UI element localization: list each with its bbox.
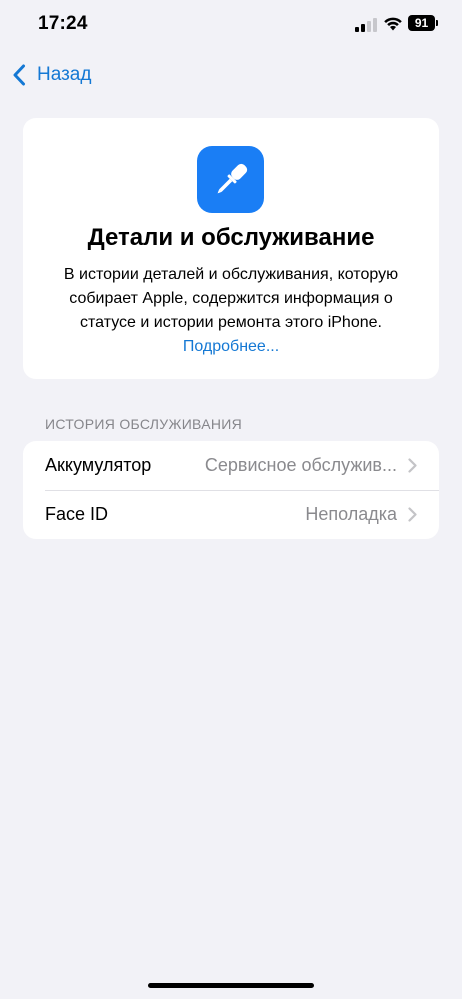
parts-and-service-card: Детали и обслуживание В истории деталей … <box>23 118 439 379</box>
back-button[interactable]: Назад <box>12 60 91 90</box>
row-value: Сервисное обслужив... <box>204 455 397 475</box>
chevron-left-icon <box>13 64 25 86</box>
service-history-list: Аккумулятор Сервисное обслужив... Face I… <box>23 441 439 539</box>
chevron-right-icon <box>408 458 417 473</box>
description-text: В истории деталей и обслуживания, котору… <box>43 263 419 359</box>
wifi-icon <box>384 17 402 31</box>
page-title: Детали и обслуживание <box>87 224 375 251</box>
service-history-header: ИСТОРИЯ ОБСЛУЖИВАНИЯ <box>45 416 243 432</box>
list-item-face-id[interactable]: Face ID Неполадка <box>23 490 439 539</box>
status-bar: 17:24 91 <box>0 0 462 50</box>
list-item-battery[interactable]: Аккумулятор Сервисное обслужив... <box>23 441 439 491</box>
row-value: Неполадка <box>305 504 397 524</box>
battery-cap <box>436 20 438 26</box>
row-label: Face ID <box>45 504 109 524</box>
row-label: Аккумулятор <box>45 455 152 475</box>
description-body: В истории деталей и обслуживания, котору… <box>63 266 399 331</box>
back-button-label: Назад <box>37 64 92 85</box>
battery-icon: 91 <box>408 15 435 31</box>
cellular-signal-icon <box>355 18 377 32</box>
chevron-right-icon <box>408 507 417 522</box>
screwdriver-icon <box>197 146 264 213</box>
status-time: 17:24 <box>38 13 88 34</box>
learn-more-link[interactable]: Подробнее... <box>183 338 279 355</box>
home-indicator[interactable] <box>148 983 314 988</box>
